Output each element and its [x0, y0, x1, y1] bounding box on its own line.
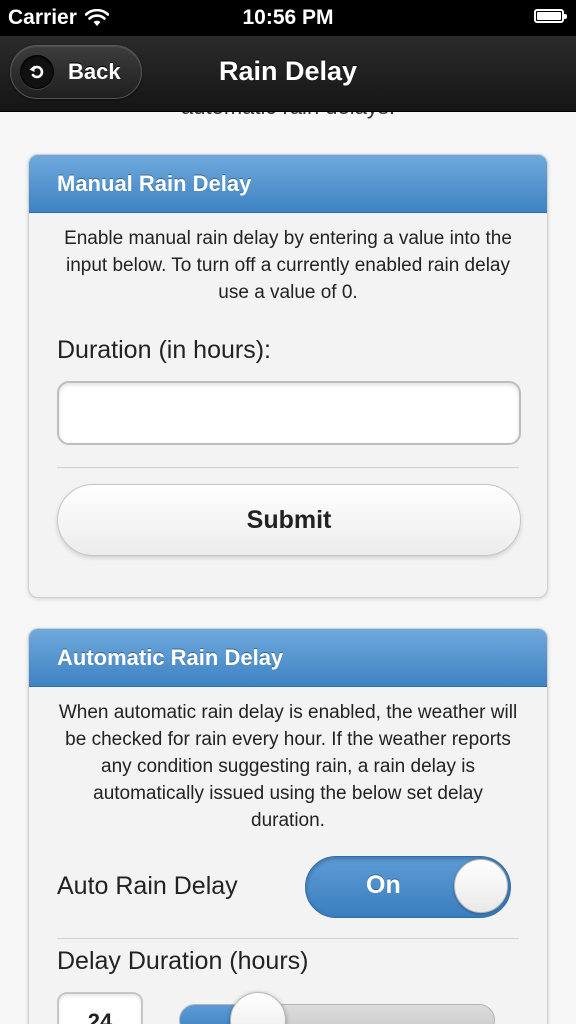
- divider: [57, 467, 519, 468]
- nav-bar: Back Rain Delay: [0, 36, 576, 112]
- delay-duration-slider-thumb[interactable]: [230, 992, 286, 1024]
- delay-duration-slider-row: 24: [29, 992, 547, 1024]
- delay-duration-value-input[interactable]: 24: [57, 992, 143, 1024]
- battery-icon: [534, 9, 567, 23]
- clipped-intro-text: automatic rain delays.: [0, 112, 576, 120]
- status-time: 10:56 PM: [242, 6, 334, 29]
- auto-rain-delay-label: Auto Rain Delay: [57, 872, 238, 900]
- duration-label: Duration (in hours):: [57, 336, 271, 364]
- toggle-knob[interactable]: [454, 859, 508, 913]
- page-title: Rain Delay: [218, 56, 358, 86]
- delay-duration-label: Delay Duration (hours): [57, 947, 309, 975]
- automatic-rain-delay-card: Automatic Rain Delay When automatic rain…: [28, 628, 548, 1024]
- back-label: Back: [68, 59, 121, 84]
- content-area[interactable]: automatic rain delays. Manual Rain Delay…: [0, 112, 576, 1024]
- manual-rain-delay-header[interactable]: Manual Rain Delay: [29, 155, 547, 213]
- auto-rain-delay-toggle[interactable]: On: [305, 856, 511, 918]
- divider: [57, 938, 519, 939]
- status-bar: Carrier 10:56 PM: [0, 0, 576, 36]
- auto-rain-delay-row: Auto Rain Delay On: [29, 856, 547, 920]
- delay-duration-slider-track[interactable]: [179, 1004, 495, 1024]
- back-button[interactable]: Back: [10, 45, 142, 99]
- duration-input[interactable]: [57, 381, 521, 445]
- back-arrow-icon: [20, 55, 54, 89]
- automatic-rain-delay-header[interactable]: Automatic Rain Delay: [29, 629, 547, 687]
- automatic-rain-delay-description: When automatic rain delay is enabled, th…: [58, 702, 518, 831]
- toggle-state-label: On: [366, 871, 401, 899]
- manual-rain-delay-description: Enable manual rain delay by entering a v…: [64, 228, 512, 303]
- manual-rain-delay-card: Manual Rain Delay Enable manual rain del…: [28, 154, 548, 598]
- submit-button[interactable]: Submit: [57, 484, 521, 556]
